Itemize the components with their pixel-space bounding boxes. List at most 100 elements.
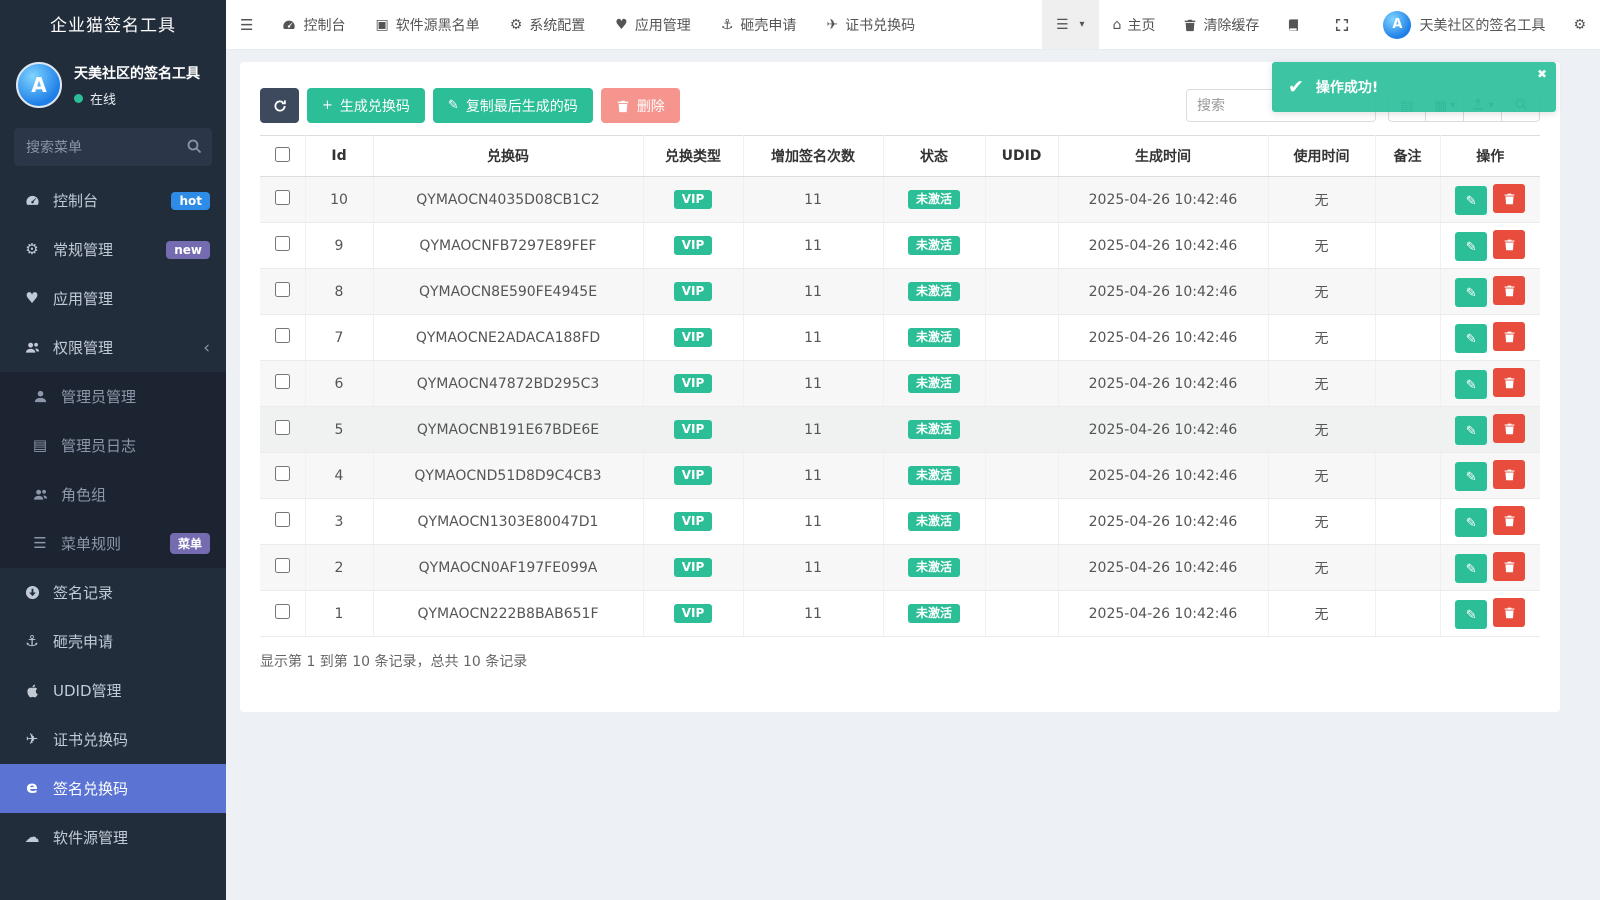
cell-id: 9 (305, 223, 373, 269)
menu-search-input[interactable] (14, 128, 212, 166)
cell-remark (1375, 453, 1440, 499)
toast-message: 操作成功! (1316, 77, 1378, 97)
sidebar-item-admin[interactable]: 管理员管理 (0, 372, 226, 421)
nav-tab-label: 控制台 (303, 15, 345, 35)
nav-tab-apps[interactable]: ♥应用管理 (600, 0, 706, 49)
nav-tab-console[interactable]: 控制台 (267, 0, 360, 49)
sidebar-item-source[interactable]: ☁软件源管理 (0, 813, 226, 862)
edit-row-button[interactable]: ✎ (1455, 600, 1487, 629)
sidebar-item-label: 软件源管理 (53, 827, 128, 848)
type-badge: VIP (674, 374, 713, 393)
table-row: 5QYMAOCNB191E67BDE6EVIP11未激活2025-04-26 1… (260, 407, 1540, 453)
sidebar-item-auth[interactable]: 权限管理‹ (0, 323, 226, 372)
nav-tab-config[interactable]: ⚙系统配置 (495, 0, 601, 49)
row-checkbox[interactable] (275, 558, 290, 573)
table-body: 10QYMAOCN4035D08CB1C2VIP11未激活2025-04-26 … (260, 177, 1540, 637)
nav-tab-blacklist[interactable]: ▣软件源黑名单 (360, 0, 494, 49)
cell-used: 无 (1268, 545, 1375, 591)
edit-row-button[interactable]: ✎ (1455, 370, 1487, 399)
navbar-profile[interactable]: A 天美社区的签名工具 (1369, 0, 1559, 49)
settings-button[interactable]: ⚙ (1559, 0, 1600, 49)
cell-id: 2 (305, 545, 373, 591)
cell-code: QYMAOCN8E590FE4945E (373, 269, 643, 315)
select-all-checkbox[interactable] (275, 147, 290, 162)
generate-code-button[interactable]: + 生成兑换码 (307, 88, 425, 123)
edit-row-button[interactable]: ✎ (1455, 232, 1487, 261)
column-header: 兑换码 (373, 136, 643, 177)
delete-row-button[interactable] (1493, 414, 1525, 443)
edit-row-button[interactable]: ✎ (1455, 508, 1487, 537)
edit-row-button[interactable]: ✎ (1455, 554, 1487, 583)
nav-tab-cert-code[interactable]: ✈证书兑换码 (811, 0, 930, 49)
sidebar-item-sign-record[interactable]: 签名记录 (0, 568, 226, 617)
top-navbar: ☰ 控制台 ▣软件源黑名单⚙系统配置♥应用管理⚓砸壳申请✈证书兑换码 ☰ ▾ ⌂ … (226, 0, 1600, 50)
nav-tab-shell[interactable]: ⚓砸壳申请 (706, 0, 812, 49)
copy-last-code-button[interactable]: ✎ 复制最后生成的码 (433, 88, 593, 123)
table-panel: + 生成兑换码 ✎ 复制最后生成的码 删除 (240, 62, 1560, 712)
fullscreen-button[interactable] (1321, 0, 1369, 49)
delete-row-button[interactable] (1493, 460, 1525, 489)
row-checkbox[interactable] (275, 420, 290, 435)
list-icon: ☰ (1056, 17, 1069, 33)
toast-close-icon[interactable]: ✖ (1537, 67, 1547, 81)
type-badge: VIP (674, 236, 713, 255)
sidebar-item-console[interactable]: 控制台hot (0, 176, 226, 225)
app-avatar[interactable]: A (16, 62, 62, 108)
sidebar-item-label: UDID管理 (53, 680, 122, 701)
delete-row-button[interactable] (1493, 506, 1525, 535)
row-checkbox[interactable] (275, 604, 290, 619)
sidebar-item-apps[interactable]: ♥应用管理 (0, 274, 226, 323)
row-checkbox[interactable] (275, 328, 290, 343)
cell-remark (1375, 591, 1440, 637)
cell-used: 无 (1268, 177, 1375, 223)
column-header: 增加签名次数 (743, 136, 883, 177)
edit-row-button[interactable]: ✎ (1455, 416, 1487, 445)
sidebar-toggle-button[interactable]: ☰ (226, 0, 267, 49)
sidebar-item-sign-code[interactable]: e签名兑换码 (0, 764, 226, 813)
cell-used: 无 (1268, 315, 1375, 361)
row-checkbox[interactable] (275, 190, 290, 205)
delete-row-button[interactable] (1493, 552, 1525, 581)
table-row: 10QYMAOCN4035D08CB1C2VIP11未激活2025-04-26 … (260, 177, 1540, 223)
row-checkbox[interactable] (275, 374, 290, 389)
gears-icon: ⚙ (1573, 17, 1586, 33)
pencil-icon: ✎ (1466, 469, 1477, 485)
cell-udid (985, 453, 1058, 499)
edit-row-button[interactable]: ✎ (1455, 186, 1487, 215)
navbar-avatar: A (1383, 11, 1411, 39)
delete-row-button[interactable] (1493, 230, 1525, 259)
pencil-icon: ✎ (1466, 377, 1477, 393)
docs-button[interactable] (1273, 0, 1321, 49)
sidebar-item-udid[interactable]: UDID管理 (0, 666, 226, 715)
delete-row-button[interactable] (1493, 184, 1525, 213)
edit-row-button[interactable]: ✎ (1455, 278, 1487, 307)
edit-row-button[interactable]: ✎ (1455, 324, 1487, 353)
table-row: 4QYMAOCND51D8D9C4CB3VIP11未激活2025-04-26 1… (260, 453, 1540, 499)
home-button[interactable]: ⌂ 主页 (1099, 0, 1170, 49)
delete-row-button[interactable] (1493, 598, 1525, 627)
sidebar-item-group[interactable]: 角色组 (0, 470, 226, 519)
sidebar-item-general[interactable]: ⚙常规管理new (0, 225, 226, 274)
row-checkbox[interactable] (275, 236, 290, 251)
edit-row-button[interactable]: ✎ (1455, 462, 1487, 491)
sidebar-item-adminlog[interactable]: ▤管理员日志 (0, 421, 226, 470)
row-checkbox[interactable] (275, 512, 290, 527)
expand-icon (1335, 18, 1349, 32)
delete-row-button[interactable] (1493, 276, 1525, 305)
sidebar-item-shell[interactable]: ⚓砸壳申请 (0, 617, 226, 666)
sidebar-item-rule[interactable]: ☰菜单规则菜单 (0, 519, 226, 568)
refresh-button[interactable] (260, 88, 299, 123)
menu-badge: hot (171, 192, 210, 210)
cell-id: 1 (305, 591, 373, 637)
row-checkbox[interactable] (275, 466, 290, 481)
clear-cache-button[interactable]: 清除缓存 (1169, 0, 1273, 49)
delete-button[interactable]: 删除 (601, 88, 680, 123)
tab-list-dropdown-button[interactable]: ☰ ▾ (1042, 0, 1099, 49)
sidebar-item-label: 权限管理 (53, 337, 113, 358)
sidebar-item-cert-code[interactable]: ✈证书兑换码 (0, 715, 226, 764)
row-checkbox[interactable] (275, 282, 290, 297)
pencil-icon: ✎ (1466, 193, 1477, 209)
cell-created: 2025-04-26 10:42:46 (1058, 177, 1268, 223)
delete-row-button[interactable] (1493, 322, 1525, 351)
delete-row-button[interactable] (1493, 368, 1525, 397)
